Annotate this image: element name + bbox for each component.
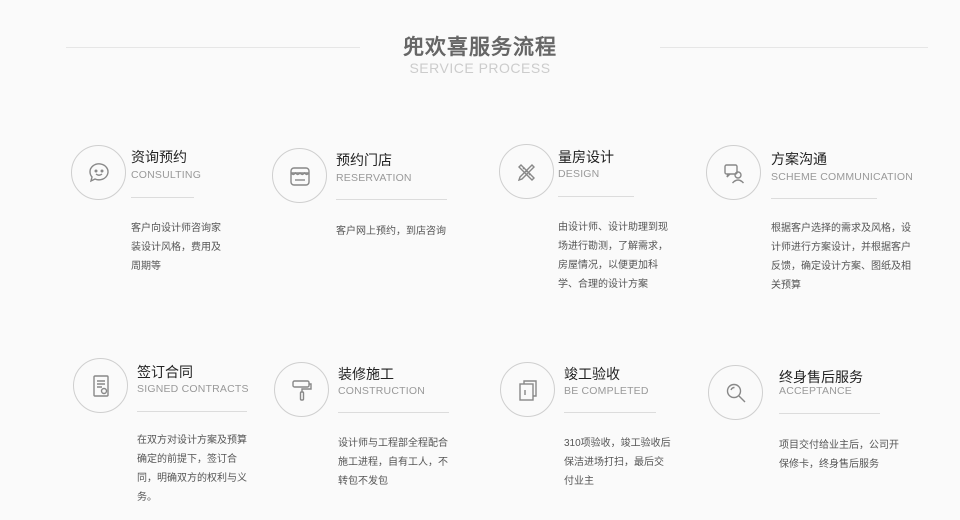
step-subtitle: SIGNED CONTRACTS (137, 383, 249, 395)
pencil-ruler-icon (499, 144, 554, 199)
step-title: 方案沟通 (771, 151, 827, 167)
step-title: 终身售后服务 (779, 369, 863, 385)
contract-icon (73, 358, 128, 413)
step-description: 客户网上预约，到店咨询 (336, 226, 446, 237)
step-subtitle: SCHEME COMMUNICATION (771, 171, 914, 183)
step-divider (338, 412, 449, 413)
process-step-design: 量房设计 DESIGN 由设计师、设计助理到现场进行勘测，了解需求，房屋情况，以… (499, 144, 689, 294)
step-title: 资询预约 (131, 149, 187, 165)
process-step-construction: 装修施工 CONSTRUCTION 设计师与工程部全程配合施工进程，自有工人，不… (274, 362, 464, 502)
step-title: 预约门店 (336, 152, 392, 168)
step-subtitle: CONSULTING (131, 169, 202, 181)
step-title: 装修施工 (338, 366, 394, 382)
process-step-reservation: 预约门店 RESERVATION 客户网上预约，到店咨询 (272, 148, 462, 278)
discussion-icon (706, 145, 761, 200)
step-subtitle: BE COMPLETED (564, 385, 649, 397)
chat-bubble-icon (71, 145, 126, 200)
step-subtitle: ACCEPTANCE (779, 385, 852, 397)
step-divider (558, 196, 634, 197)
step-divider (137, 411, 247, 412)
step-divider (771, 198, 877, 199)
step-subtitle: DESIGN (558, 168, 600, 180)
section-title: 兜欢喜服务流程 (403, 36, 557, 59)
process-step-scheme-communication: 方案沟通 SCHEME COMMUNICATION 根据客户选择的需求及风格，设… (706, 145, 926, 295)
step-title: 竣工验收 (564, 366, 620, 382)
section-subtitle: SERVICE PROCESS (409, 60, 551, 76)
step-description: 设计师与工程部全程配合施工进程，自有工人，不转包不发包 (338, 438, 448, 487)
magnifier-icon (708, 365, 763, 420)
step-description: 客户向设计师咨询家装设计风格，费用及周期等 (131, 223, 221, 272)
process-step-consulting: 资询预约 CONSULTING 客户向设计师咨询家装设计风格，费用及周期等 (71, 145, 231, 275)
step-description: 项目交付给业主后，公司开保修卡，终身售后服务 (779, 440, 899, 470)
step-subtitle: CONSTRUCTION (338, 385, 425, 397)
step-description: 在双方对设计方案及预算确定的前提下，签订合同，明确双方的权利与义务。 (137, 435, 247, 503)
step-divider (779, 413, 880, 414)
documents-icon (500, 362, 555, 417)
process-step-acceptance: 终身售后服务 ACCEPTANCE 项目交付给业主后，公司开保修卡，终身售后服务 (708, 365, 923, 505)
step-title: 签订合同 (137, 364, 193, 380)
process-step-be-completed: 竣工验收 BE COMPLETED 310项验收，竣工验收后保洁进场打扫，最后交… (500, 362, 690, 502)
step-description: 根据客户选择的需求及风格，设计师进行方案设计，并根据客户反馈，确定设计方案、图纸… (771, 223, 911, 291)
step-divider (564, 412, 656, 413)
step-divider (131, 197, 194, 198)
step-subtitle: RESERVATION (336, 172, 412, 184)
step-description: 310项验收，竣工验收后保洁进场打扫，最后交付业主 (564, 438, 671, 487)
step-title: 量房设计 (558, 149, 614, 165)
step-divider (336, 199, 447, 200)
paint-roller-icon (274, 362, 329, 417)
process-step-signed-contracts: 签订合同 SIGNED CONTRACTS 在双方对设计方案及预算确定的前提下，… (73, 358, 263, 508)
storefront-icon (272, 148, 327, 203)
step-description: 由设计师、设计助理到现场进行勘测，了解需求，房屋情况，以便更加科学、合理的设计方… (558, 222, 668, 290)
